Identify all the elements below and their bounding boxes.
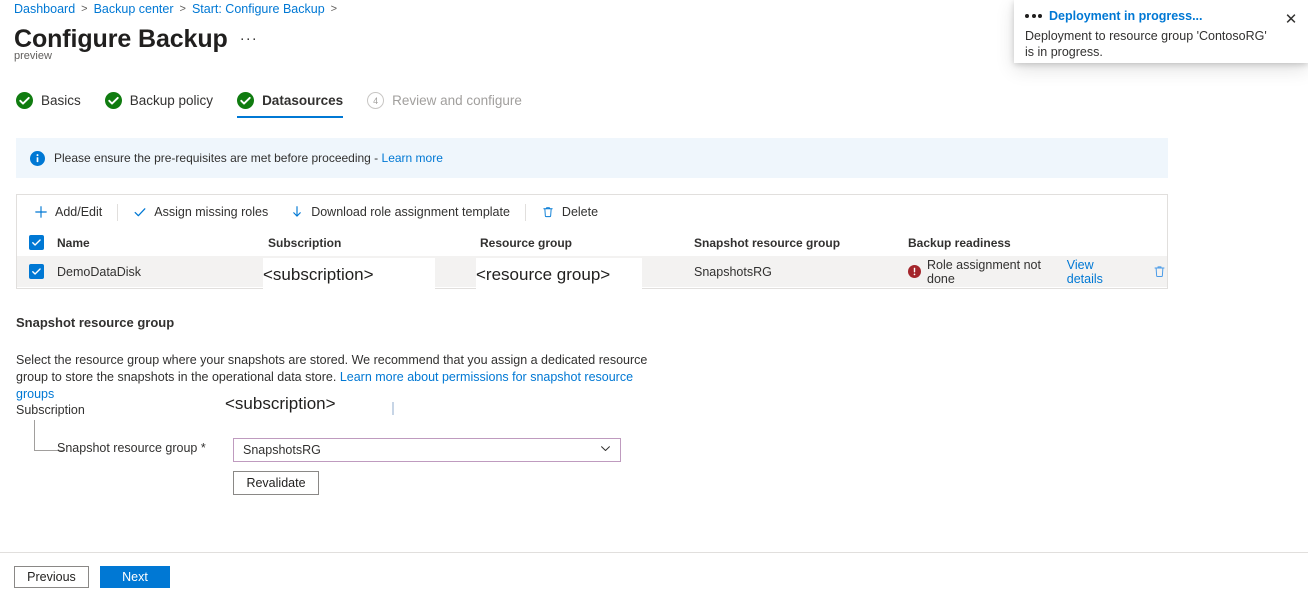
select-all-checkbox[interactable] [29,235,44,250]
more-options-icon[interactable]: ··· [240,30,258,54]
breadcrumb-separator: > [81,3,88,15]
grid-toolbar: Add/Edit Assign missing roles Download r… [17,195,1167,229]
column-header-resource-group[interactable]: Resource group [480,236,694,250]
preview-tag: preview [14,50,52,62]
delete-label: Delete [561,205,599,219]
download-role-assignment-template-button[interactable]: Download role assignment template [279,201,521,223]
snapshot-resource-group-dropdown[interactable]: SnapshotsRG [233,438,621,462]
row-checkbox[interactable] [29,264,44,279]
toast-title[interactable]: Deployment in progress... [1049,9,1203,23]
overlay-row-subscription: <subscription> [263,258,435,291]
assign-missing-roles-button[interactable]: Assign missing roles [122,201,279,223]
download-arrow-icon [290,205,304,219]
error-icon [908,265,921,278]
overlay-row-resource-group: <resource group> [476,258,642,291]
overlay-form-subscription: <subscription> [225,393,375,415]
trash-icon [541,205,555,219]
readiness-status-text: Role assignment not done [927,257,1041,286]
breadcrumb: Dashboard > Backup center > Start: Confi… [14,2,337,16]
grid-header-row: Name Subscription Resource group Snapsho… [17,229,1167,256]
wizard-step-label: Datasources [262,93,344,108]
subscription-label: Subscription [16,403,85,417]
info-banner-message: Please ensure the pre-requisites are met… [54,151,382,165]
previous-label: Previous [27,570,76,584]
download-role-assignment-template-label: Download role assignment template [311,205,510,219]
chevron-down-icon [599,442,612,458]
toast-body: Deployment to resource group 'ContosoRG'… [1025,29,1267,59]
close-icon[interactable]: ✕ [1280,8,1302,30]
plus-icon [34,205,48,219]
snapshot-resource-group-value: SnapshotsRG [243,443,321,457]
add-edit-button[interactable]: Add/Edit [23,201,113,223]
prerequisites-info-banner: Please ensure the pre-requisites are met… [16,138,1168,178]
deployment-notification-toast: Deployment in progress... Deployment to … [1014,0,1308,63]
breadcrumb-item-dashboard[interactable]: Dashboard [14,2,75,16]
check-circle-icon [237,92,255,109]
check-icon [133,205,147,219]
breadcrumb-separator: > [330,3,338,15]
wizard-steps: Basics Backup policy Datasources 4 Revie… [16,92,546,118]
add-edit-label: Add/Edit [55,205,103,219]
toolbar-divider [117,203,119,221]
cell-backup-readiness: Role assignment not done View details [908,258,1167,286]
breadcrumb-item-start-configure-backup[interactable]: Start: Configure Backup [192,2,325,16]
row-delete-icon[interactable] [1152,264,1167,279]
ellipsis-progress-icon [1025,14,1042,18]
footer-divider [0,552,1308,553]
step-number-badge: 4 [367,92,385,109]
wizard-step-backup-policy[interactable]: Backup policy [104,92,227,118]
wizard-step-label: Basics [41,93,81,108]
next-label: Next [122,570,148,584]
column-header-subscription[interactable]: Subscription [268,236,480,250]
wizard-step-label: Backup policy [129,93,214,108]
toolbar-divider [524,203,526,221]
snapshot-resource-group-heading: Snapshot resource group [16,315,175,330]
column-header-backup-readiness[interactable]: Backup readiness [908,236,1167,250]
cell-name: DemoDataDisk [57,264,142,279]
assign-missing-roles-label: Assign missing roles [154,205,269,219]
column-header-snapshot-resource-group[interactable]: Snapshot resource group [694,236,908,250]
check-circle-icon [16,92,33,109]
cell-snapshot-resource-group: SnapshotsRG [694,264,772,279]
info-banner-learn-more-link[interactable]: Learn more [382,151,443,165]
breadcrumb-item-backup-center[interactable]: Backup center [94,2,174,16]
previous-button[interactable]: Previous [14,566,89,588]
check-circle-icon [104,92,122,109]
subscription-field-remnant [392,402,394,415]
breadcrumb-separator: > [179,3,186,15]
revalidate-button[interactable]: Revalidate [233,471,319,495]
toast-header: Deployment in progress... [1025,9,1296,23]
delete-button[interactable]: Delete [530,201,609,223]
next-button[interactable]: Next [100,566,170,588]
info-icon [30,150,45,166]
revalidate-label: Revalidate [246,476,306,490]
view-details-link[interactable]: View details [1067,258,1128,286]
column-header-name[interactable]: Name [44,236,268,250]
info-banner-text: Please ensure the pre-requisites are met… [54,151,443,165]
wizard-step-label: Review and configure [392,93,522,108]
snapshot-resource-group-label: Snapshot resource group * [57,441,206,455]
wizard-step-datasources[interactable]: Datasources [237,92,357,118]
wizard-step-review-and-configure[interactable]: 4 Review and configure [367,92,536,118]
wizard-step-basics[interactable]: Basics [16,92,95,118]
